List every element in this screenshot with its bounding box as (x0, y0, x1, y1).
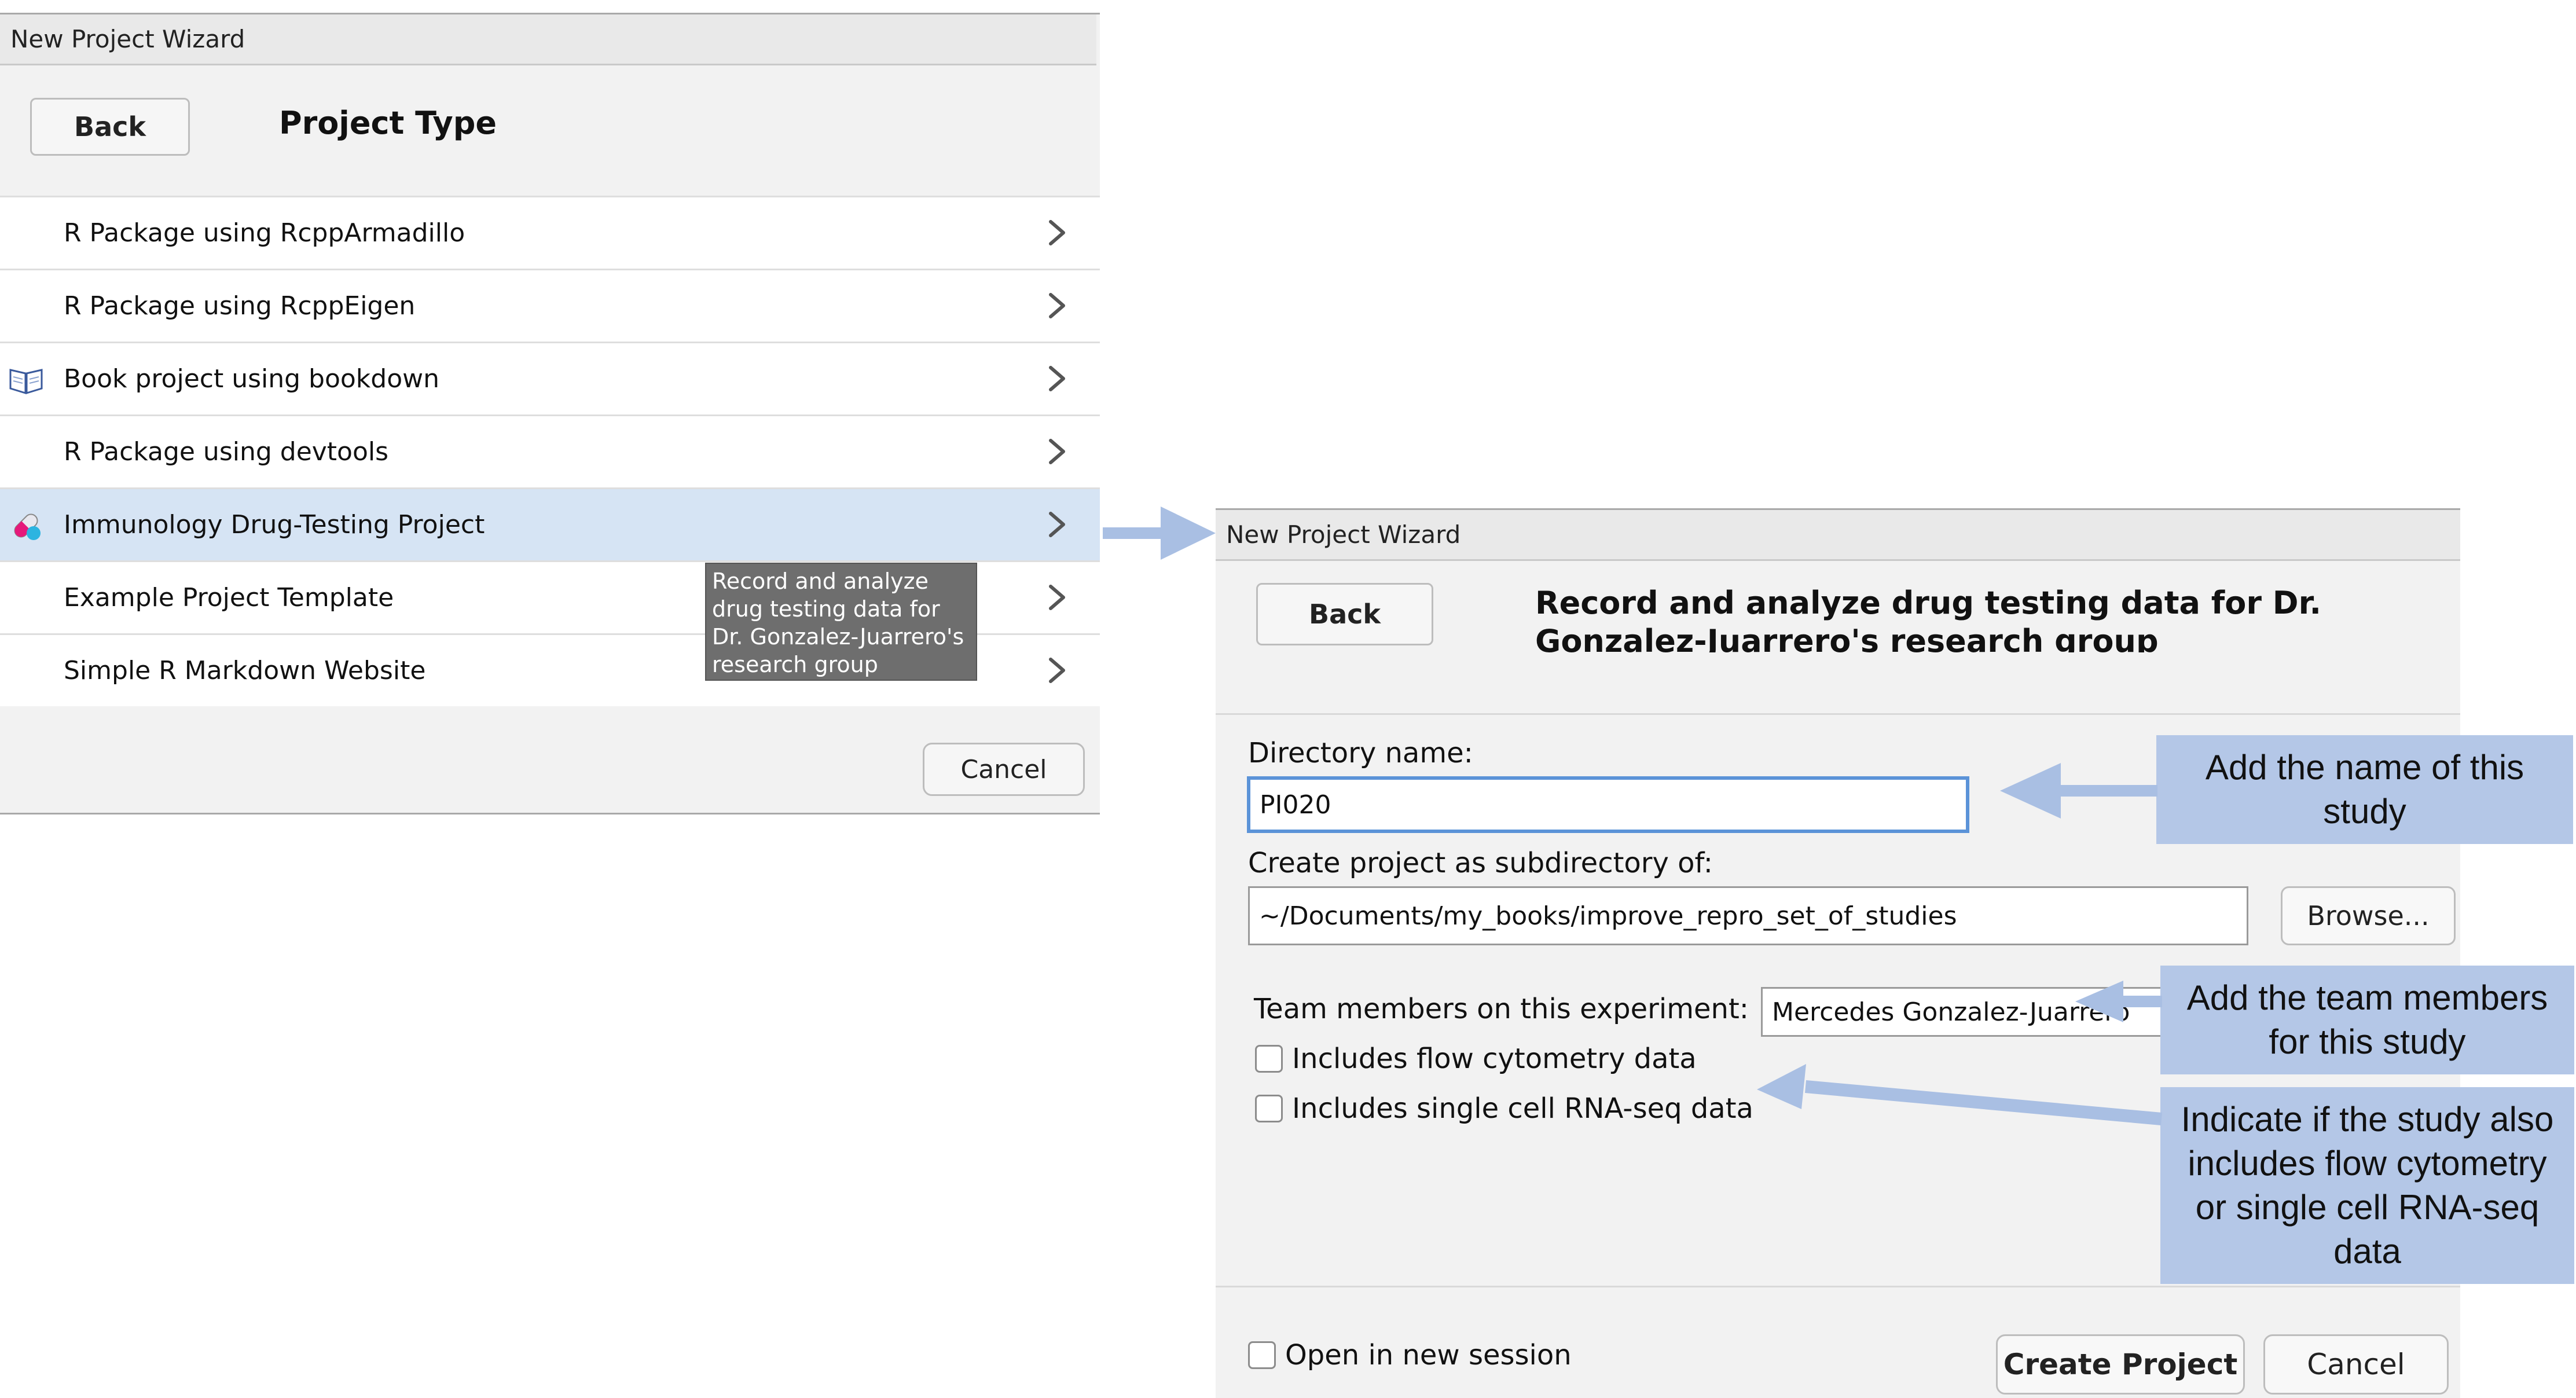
data-arrow (1805, 1080, 2162, 1125)
connector-arrow-head (1161, 507, 1216, 560)
team-arrow (2119, 996, 2162, 1007)
name-arrow (2058, 785, 2157, 797)
team-arrow-head (2075, 981, 2123, 1022)
data-arrow-head (1757, 1064, 1806, 1109)
connector-arrow (1103, 527, 1164, 539)
annotation-arrows (1103, 507, 2162, 1125)
name-arrow-head (2000, 763, 2061, 819)
